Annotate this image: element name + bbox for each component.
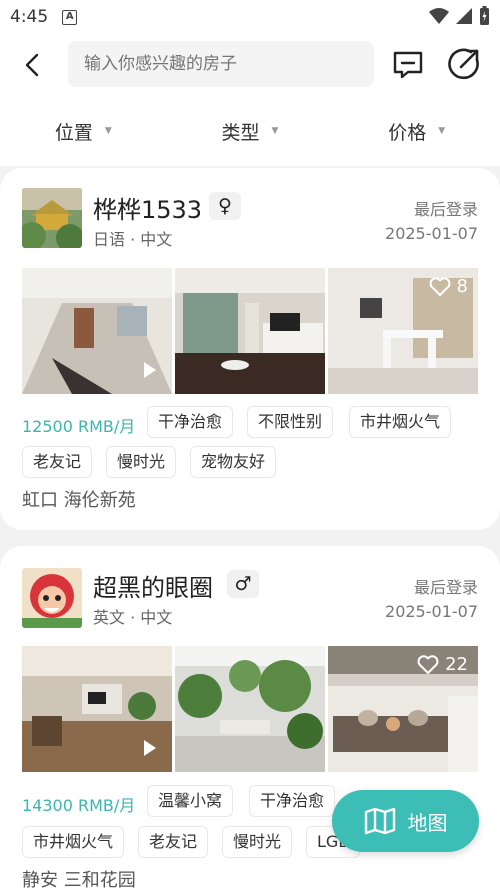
wifi-icon [429,8,449,24]
tag: 宠物友好 [190,446,277,478]
avatar[interactable] [22,188,82,248]
address: 静安 三和花园 [22,870,136,888]
share-button[interactable] [447,47,481,81]
tag: 市井烟火气 [22,826,125,858]
status-time: 4:45 [10,7,49,27]
favorite-number: 22 [445,654,468,675]
gender-male-icon: ♂ [227,570,259,598]
filter-label: 类型 [221,121,260,144]
tag: 干净治愈 [147,406,234,438]
tag: 温馨小窝 [147,785,234,817]
host-name: 桦桦1533 [93,196,203,224]
back-button[interactable] [18,50,48,80]
filter-label: 价格 [388,121,427,144]
listing-photo[interactable] [22,268,172,394]
gender-female-icon: ♀ [209,192,241,220]
favorite-count[interactable]: 8 [429,276,468,297]
tag: 老友记 [22,446,93,478]
listing-photo[interactable] [22,646,172,772]
caret-down-icon: ▼ [271,126,279,136]
message-button[interactable] [391,48,425,82]
listing-photo[interactable]: 8 [328,268,478,394]
filter-label: 位置 [54,121,93,144]
host-name: 超黑的眼圈 [93,574,213,602]
share-icon [448,48,479,80]
listing-photo[interactable] [175,268,325,394]
battery-icon [480,6,489,25]
message-icon [393,51,423,79]
last-login-date: 2025-01-07 [385,224,478,243]
photo-gallery[interactable]: 8 [22,268,478,394]
price: 14300 RMB/月 [22,796,136,815]
favorite-number: 8 [456,276,468,297]
languages: 日语 · 中文 [93,230,173,249]
photo-gallery[interactable]: 22 [22,646,478,772]
filter-bar: 位置 ▼ 类型 ▼ 价格 ▼ [0,96,500,166]
filter-price[interactable]: 价格 ▼ [333,96,500,166]
status-icons [429,6,490,26]
tag: 老友记 [138,826,209,858]
listing-card[interactable]: 桦桦1533 ♀ 日语 · 中文 最后登录 2025-01-07 8 12500… [0,168,500,530]
heart-icon [429,276,450,296]
tag: 市井烟火气 [349,406,452,438]
last-login-label: 最后登录 [413,578,478,597]
tag: 干净治愈 [249,785,336,817]
favorite-count[interactable]: 22 [417,654,468,675]
listing-photo[interactable]: 22 [328,646,478,772]
play-icon [144,362,156,378]
caret-down-icon: ▼ [438,126,446,136]
filter-location[interactable]: 位置 ▼ [0,96,167,166]
top-bar [0,34,500,96]
notification-a-icon: A [62,9,78,25]
last-login-label: 最后登录 [413,200,478,219]
languages: 英文 · 中文 [93,608,173,627]
listing-photo[interactable] [175,646,325,772]
map-button[interactable]: 地图 [332,790,479,852]
avatar[interactable] [22,568,82,628]
signal-icon [456,8,472,24]
tag: 慢时光 [222,826,293,858]
caret-down-icon: ▼ [104,126,112,136]
search-input[interactable] [68,41,374,87]
play-icon [144,740,156,756]
map-button-label: 地图 [407,810,448,835]
tag: 慢时光 [106,446,177,478]
tag: 不限性别 [247,406,334,438]
heart-icon [417,654,439,674]
map-icon [364,807,395,835]
address: 虹口 海伦新苑 [22,490,136,511]
chevron-left-icon [25,53,39,77]
last-login-date: 2025-01-07 [385,602,478,621]
price: 12500 RMB/月 [22,417,136,436]
status-bar: 4:45 A [0,0,500,34]
filter-type[interactable]: 类型 ▼ [167,96,334,166]
